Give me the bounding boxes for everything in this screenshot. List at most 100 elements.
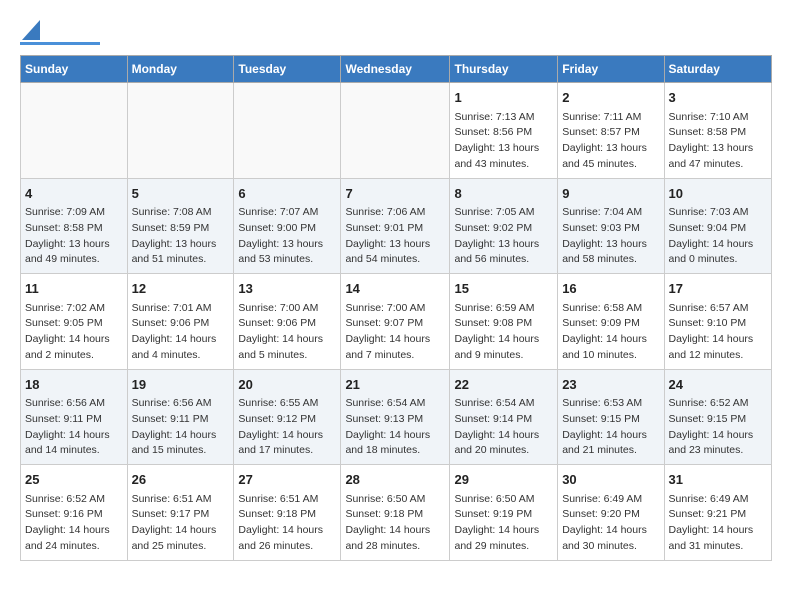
calendar-cell: 16Sunrise: 6:58 AMSunset: 9:09 PMDayligh… (558, 274, 664, 370)
calendar-cell: 3Sunrise: 7:10 AMSunset: 8:58 PMDaylight… (664, 83, 771, 179)
day-info: Sunrise: 6:54 AM (345, 396, 445, 412)
day-info: Sunrise: 6:49 AM (562, 492, 659, 508)
calendar-week-row: 1Sunrise: 7:13 AMSunset: 8:56 PMDaylight… (21, 83, 772, 179)
calendar-cell: 9Sunrise: 7:04 AMSunset: 9:03 PMDaylight… (558, 178, 664, 274)
calendar-cell: 13Sunrise: 7:00 AMSunset: 9:06 PMDayligh… (234, 274, 341, 370)
day-number: 24 (669, 375, 767, 395)
calendar-cell: 30Sunrise: 6:49 AMSunset: 9:20 PMDayligh… (558, 465, 664, 561)
day-info: Daylight: 14 hours (345, 332, 445, 348)
calendar-cell (127, 83, 234, 179)
calendar-cell: 26Sunrise: 6:51 AMSunset: 9:17 PMDayligh… (127, 465, 234, 561)
day-info: Daylight: 13 hours (238, 237, 336, 253)
calendar-cell: 10Sunrise: 7:03 AMSunset: 9:04 PMDayligh… (664, 178, 771, 274)
day-info: Sunset: 9:20 PM (562, 507, 659, 523)
calendar-cell: 17Sunrise: 6:57 AMSunset: 9:10 PMDayligh… (664, 274, 771, 370)
calendar-cell: 12Sunrise: 7:01 AMSunset: 9:06 PMDayligh… (127, 274, 234, 370)
day-number: 8 (454, 184, 553, 204)
day-info: Sunrise: 7:01 AM (132, 301, 230, 317)
day-info: Sunset: 8:58 PM (669, 125, 767, 141)
day-info: and 18 minutes. (345, 443, 445, 459)
col-header-tuesday: Tuesday (234, 56, 341, 83)
calendar-week-row: 18Sunrise: 6:56 AMSunset: 9:11 PMDayligh… (21, 369, 772, 465)
col-header-friday: Friday (558, 56, 664, 83)
calendar-header-row: SundayMondayTuesdayWednesdayThursdayFrid… (21, 56, 772, 83)
day-number: 4 (25, 184, 123, 204)
day-info: Daylight: 14 hours (25, 332, 123, 348)
day-info: Sunset: 9:09 PM (562, 316, 659, 332)
day-info: Sunrise: 6:52 AM (25, 492, 123, 508)
day-info: and 0 minutes. (669, 252, 767, 268)
day-number: 15 (454, 279, 553, 299)
day-info: Sunrise: 7:13 AM (454, 110, 553, 126)
day-info: Daylight: 14 hours (238, 332, 336, 348)
day-info: Sunset: 9:10 PM (669, 316, 767, 332)
day-info: and 49 minutes. (25, 252, 123, 268)
day-number: 28 (345, 470, 445, 490)
day-info: Daylight: 14 hours (669, 332, 767, 348)
day-info: Sunset: 9:00 PM (238, 221, 336, 237)
calendar-cell: 27Sunrise: 6:51 AMSunset: 9:18 PMDayligh… (234, 465, 341, 561)
day-info: Sunrise: 6:59 AM (454, 301, 553, 317)
day-info: Sunrise: 7:08 AM (132, 205, 230, 221)
day-info: Daylight: 14 hours (238, 428, 336, 444)
day-info: Sunset: 9:12 PM (238, 412, 336, 428)
day-info: and 20 minutes. (454, 443, 553, 459)
day-info: Daylight: 13 hours (669, 141, 767, 157)
day-info: Sunrise: 7:02 AM (25, 301, 123, 317)
day-number: 16 (562, 279, 659, 299)
day-info: and 43 minutes. (454, 157, 553, 173)
day-info: and 4 minutes. (132, 348, 230, 364)
calendar-cell: 4Sunrise: 7:09 AMSunset: 8:58 PMDaylight… (21, 178, 128, 274)
day-info: Sunrise: 6:50 AM (454, 492, 553, 508)
day-info: Sunset: 9:11 PM (25, 412, 123, 428)
day-info: Daylight: 14 hours (454, 428, 553, 444)
day-info: Sunrise: 7:00 AM (238, 301, 336, 317)
day-info: Daylight: 13 hours (562, 237, 659, 253)
calendar-cell: 14Sunrise: 7:00 AMSunset: 9:07 PMDayligh… (341, 274, 450, 370)
calendar-cell: 1Sunrise: 7:13 AMSunset: 8:56 PMDaylight… (450, 83, 558, 179)
day-info: Daylight: 14 hours (132, 523, 230, 539)
day-info: Daylight: 13 hours (454, 141, 553, 157)
day-info: and 2 minutes. (25, 348, 123, 364)
logo-underline (20, 42, 100, 45)
day-info: and 58 minutes. (562, 252, 659, 268)
day-info: Sunrise: 7:11 AM (562, 110, 659, 126)
day-info: Sunrise: 6:53 AM (562, 396, 659, 412)
day-info: and 45 minutes. (562, 157, 659, 173)
day-info: and 5 minutes. (238, 348, 336, 364)
day-info: Sunrise: 7:03 AM (669, 205, 767, 221)
day-info: Sunset: 9:17 PM (132, 507, 230, 523)
day-info: Sunset: 8:58 PM (25, 221, 123, 237)
day-number: 25 (25, 470, 123, 490)
calendar-cell: 29Sunrise: 6:50 AMSunset: 9:19 PMDayligh… (450, 465, 558, 561)
day-info: Sunrise: 7:10 AM (669, 110, 767, 126)
day-info: Sunrise: 7:07 AM (238, 205, 336, 221)
calendar-cell: 21Sunrise: 6:54 AMSunset: 9:13 PMDayligh… (341, 369, 450, 465)
day-info: Sunset: 9:04 PM (669, 221, 767, 237)
day-info: and 25 minutes. (132, 539, 230, 555)
calendar-week-row: 25Sunrise: 6:52 AMSunset: 9:16 PMDayligh… (21, 465, 772, 561)
day-info: Sunset: 9:06 PM (238, 316, 336, 332)
day-number: 9 (562, 184, 659, 204)
calendar-cell: 8Sunrise: 7:05 AMSunset: 9:02 PMDaylight… (450, 178, 558, 274)
calendar-cell: 19Sunrise: 6:56 AMSunset: 9:11 PMDayligh… (127, 369, 234, 465)
day-info: Daylight: 14 hours (454, 332, 553, 348)
day-info: Sunset: 8:56 PM (454, 125, 553, 141)
day-info: Daylight: 14 hours (132, 428, 230, 444)
day-number: 20 (238, 375, 336, 395)
day-info: and 28 minutes. (345, 539, 445, 555)
calendar-cell: 25Sunrise: 6:52 AMSunset: 9:16 PMDayligh… (21, 465, 128, 561)
day-info: and 24 minutes. (25, 539, 123, 555)
calendar-cell: 6Sunrise: 7:07 AMSunset: 9:00 PMDaylight… (234, 178, 341, 274)
day-info: Daylight: 14 hours (562, 332, 659, 348)
calendar-cell: 23Sunrise: 6:53 AMSunset: 9:15 PMDayligh… (558, 369, 664, 465)
day-number: 27 (238, 470, 336, 490)
day-info: Sunrise: 6:51 AM (132, 492, 230, 508)
logo (20, 20, 100, 45)
day-info: Sunset: 9:15 PM (669, 412, 767, 428)
calendar-week-row: 4Sunrise: 7:09 AMSunset: 8:58 PMDaylight… (21, 178, 772, 274)
day-info: Sunrise: 6:49 AM (669, 492, 767, 508)
day-info: Sunset: 9:18 PM (238, 507, 336, 523)
day-info: Daylight: 14 hours (238, 523, 336, 539)
col-header-wednesday: Wednesday (341, 56, 450, 83)
